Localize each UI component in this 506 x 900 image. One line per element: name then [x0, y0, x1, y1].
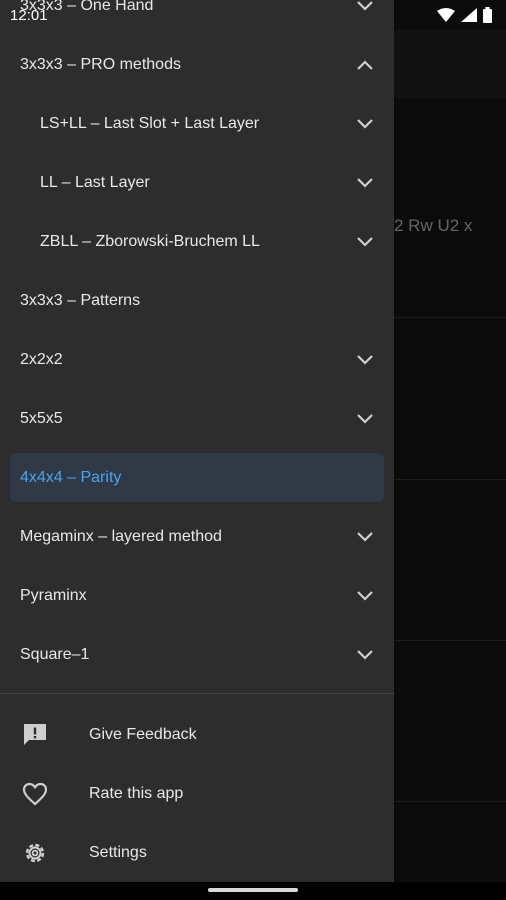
- menu-item-label: Megaminx – layered method: [20, 527, 222, 545]
- menu-item-label: 4x4x4 – Parity: [20, 468, 122, 486]
- status-time: 12:01: [10, 7, 48, 24]
- chevron-down-icon[interactable]: [356, 649, 374, 661]
- menu-item-label: Square–1: [20, 645, 90, 663]
- chevron-down-icon[interactable]: [356, 236, 374, 248]
- menu-item-2x2x2[interactable]: 2x2x2: [0, 330, 394, 389]
- menu-item-label: 3x3x3 – Patterns: [20, 291, 141, 309]
- chevron-up-icon[interactable]: [356, 59, 374, 71]
- status-icons: [437, 7, 492, 23]
- chevron-down-icon[interactable]: [356, 590, 374, 602]
- menu-item-label: 3x3x3 – PRO methods: [20, 55, 181, 73]
- navigation-drawer: 3x3x3 – One Hand 3x3x3 – PRO methods LS+…: [0, 0, 394, 882]
- menu-item-3x3x3-pro-methods[interactable]: 3x3x3 – PRO methods: [0, 35, 394, 94]
- give-feedback-label: Give Feedback: [89, 725, 197, 743]
- menu-item-ll[interactable]: LL – Last Layer: [0, 153, 394, 212]
- home-gesture-pill[interactable]: [208, 888, 298, 892]
- chevron-down-icon[interactable]: [356, 118, 374, 130]
- status-bar: 12:01: [0, 0, 506, 30]
- battery-icon: [483, 7, 492, 23]
- menu-item-megaminx[interactable]: Megaminx – layered method: [0, 507, 394, 566]
- signal-icon: [461, 8, 477, 22]
- drawer-divider: [0, 693, 394, 694]
- menu-item-label: LL – Last Layer: [40, 173, 150, 191]
- chevron-down-icon[interactable]: [356, 531, 374, 543]
- menu-item-pyraminx[interactable]: Pyraminx: [0, 566, 394, 625]
- menu-item-label: 5x5x5: [20, 409, 63, 427]
- wifi-icon: [437, 8, 455, 22]
- gear-icon: [20, 838, 50, 868]
- give-feedback-item[interactable]: Give Feedback: [0, 705, 394, 764]
- menu-item-ls-ll[interactable]: LS+LL – Last Slot + Last Layer: [0, 94, 394, 153]
- settings-label: Settings: [89, 843, 147, 861]
- menu-item-3x3x3-patterns[interactable]: 3x3x3 – Patterns: [0, 271, 394, 330]
- chevron-down-icon[interactable]: [356, 413, 374, 425]
- rate-app-label: Rate this app: [89, 784, 184, 802]
- menu-item-square-1[interactable]: Square–1: [0, 625, 394, 684]
- chevron-down-icon[interactable]: [356, 354, 374, 366]
- menu-item-label: ZBLL – Zborowski-Bruchem LL: [40, 232, 260, 250]
- menu-item-label: Pyraminx: [20, 586, 87, 604]
- menu-item-5x5x5[interactable]: 5x5x5: [0, 389, 394, 448]
- menu-item-label: LS+LL – Last Slot + Last Layer: [40, 114, 260, 132]
- settings-item[interactable]: Settings: [0, 823, 394, 882]
- heart-icon: [20, 779, 50, 809]
- menu-item-4x4x4-parity[interactable]: 4x4x4 – Parity: [10, 453, 384, 502]
- chevron-down-icon[interactable]: [356, 177, 374, 189]
- rate-app-item[interactable]: Rate this app: [0, 764, 394, 823]
- feedback-icon: [20, 720, 50, 750]
- menu-item-label: 2x2x2: [20, 350, 63, 368]
- menu-item-zbll[interactable]: ZBLL – Zborowski-Bruchem LL: [0, 212, 394, 271]
